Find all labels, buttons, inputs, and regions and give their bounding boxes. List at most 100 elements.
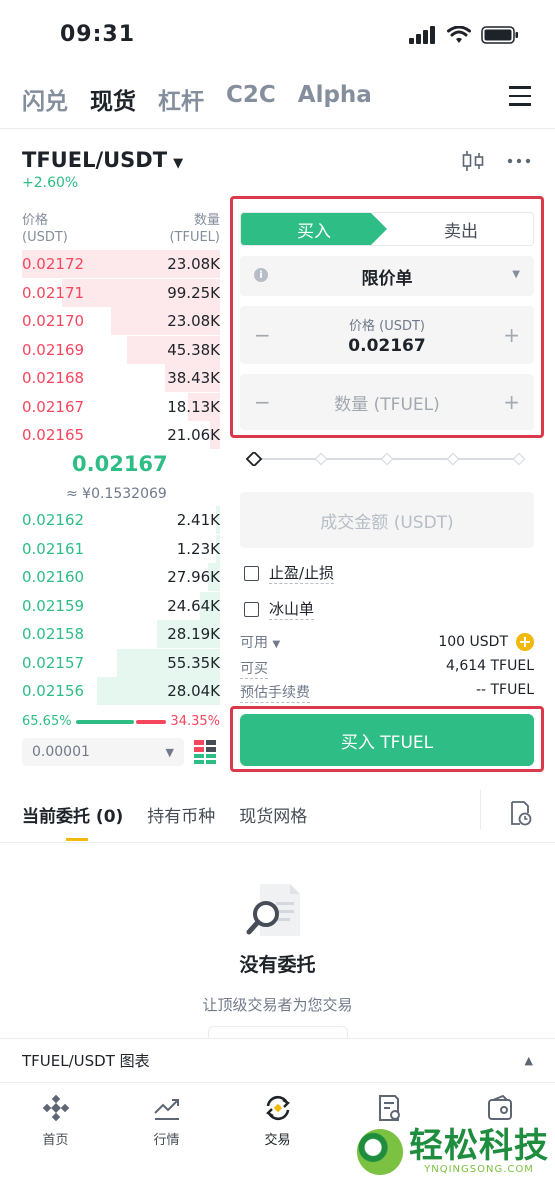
ask-row[interactable]: 0.02165 21.06K bbox=[22, 421, 220, 449]
bid-row[interactable]: 0.02162 2.41K bbox=[22, 506, 220, 534]
pair-selector[interactable]: TFUEL/USDT ▼ bbox=[22, 148, 183, 172]
iceberg-label: 冰山单 bbox=[269, 600, 315, 620]
bid-row[interactable]: 0.02158 28.19K bbox=[22, 620, 220, 648]
ask-row[interactable]: 0.02169 45.38K bbox=[22, 335, 220, 364]
plus-icon[interactable]: + bbox=[503, 323, 520, 347]
buy-sell-ratio: 65.65% 34.35% bbox=[22, 714, 220, 729]
can-buy-value: 4,614 TFUEL bbox=[445, 658, 534, 674]
tab-holdings[interactable]: 持有币种 bbox=[147, 802, 215, 827]
precision-select[interactable]: 0.00001 ▼ bbox=[22, 738, 184, 766]
orderbook-layout-icon[interactable] bbox=[194, 740, 216, 764]
bid-qty: 2.41K bbox=[176, 511, 220, 529]
plus-icon[interactable]: + bbox=[503, 390, 520, 414]
available-label[interactable]: 可用 ▼ bbox=[240, 632, 280, 652]
tab-spot[interactable]: 现货 bbox=[90, 82, 136, 116]
caret-down-icon: ▼ bbox=[165, 745, 174, 759]
status-icons bbox=[409, 26, 519, 44]
nav-trade[interactable]: 交易 bbox=[222, 1083, 333, 1178]
document-icon bbox=[378, 1095, 400, 1121]
ask-price: 0.02169 bbox=[22, 340, 85, 359]
empty-title: 没有委托 bbox=[239, 954, 316, 976]
total-input[interactable]: 成交金额 (USDT) bbox=[240, 492, 534, 548]
buy-ratio: 65.65% bbox=[22, 714, 72, 729]
trade-icon bbox=[265, 1095, 290, 1121]
tab-spot-grid[interactable]: 现货网格 bbox=[239, 802, 307, 827]
bid-row[interactable]: 0.02161 1.23K bbox=[22, 534, 220, 563]
qty-header-label: 数量 bbox=[193, 213, 220, 228]
ask-row[interactable]: 0.02168 38.43K bbox=[22, 364, 220, 392]
wifi-icon bbox=[447, 26, 471, 43]
bid-row[interactable]: 0.02160 27.96K bbox=[22, 563, 220, 591]
minus-icon[interactable]: − bbox=[254, 323, 271, 347]
bid-row[interactable]: 0.02157 55.35K bbox=[22, 648, 220, 677]
bid-row[interactable]: 0.02159 24.64K bbox=[22, 591, 220, 620]
watermark: 轻松科技 YNQINGSONG.COM bbox=[357, 1128, 549, 1175]
tab-swap[interactable]: 闪兑 bbox=[22, 82, 68, 116]
nav-markets-label: 行情 bbox=[153, 1133, 180, 1148]
order-history-icon[interactable] bbox=[508, 800, 532, 826]
orderbook-price-header: 价格 (USDT) bbox=[22, 212, 68, 246]
pair-name: TFUEL/USDT bbox=[22, 148, 168, 172]
order-type-select[interactable]: i 限价单 ▼ bbox=[240, 256, 534, 296]
menu-icon[interactable] bbox=[509, 86, 531, 106]
status-time: 09:31 bbox=[60, 22, 136, 47]
ratio-bar bbox=[75, 719, 167, 724]
can-buy-label: 可买 bbox=[240, 658, 268, 679]
quantity-placeholder: 数量 (TFUEL) bbox=[334, 394, 440, 415]
more-icon[interactable] bbox=[507, 150, 531, 172]
tab-c2c[interactable]: C2C bbox=[226, 82, 276, 116]
ask-price: 0.02172 bbox=[22, 255, 85, 273]
nav-trade-label: 交易 bbox=[264, 1133, 291, 1148]
iceberg-checkbox[interactable]: 冰山单 bbox=[244, 598, 315, 620]
orders-tabs: 当前委托 (0) 持有币种 现货网格 bbox=[22, 802, 307, 841]
quantity-input[interactable]: − 数量 (TFUEL) + bbox=[240, 374, 534, 430]
tab-sell[interactable]: 卖出 bbox=[387, 213, 533, 245]
buy-sell-tabs: 买入 卖出 bbox=[240, 212, 534, 246]
price-input[interactable]: − 价格 (USDT) 0.02167 + bbox=[240, 306, 534, 364]
bid-price: 0.02161 bbox=[22, 539, 85, 558]
minus-icon[interactable]: − bbox=[254, 390, 271, 414]
price-input-value: 0.02167 bbox=[348, 335, 426, 356]
ask-row[interactable]: 0.02171 99.25K bbox=[22, 278, 220, 307]
bid-price: 0.02160 bbox=[22, 568, 85, 586]
buy-button[interactable]: 买入 TFUEL bbox=[240, 714, 534, 766]
tp-sl-checkbox[interactable]: 止盈/止损 bbox=[244, 562, 335, 584]
ask-qty: 23.08K bbox=[167, 255, 220, 273]
divider bbox=[0, 842, 555, 843]
tab-alpha[interactable]: Alpha bbox=[298, 82, 372, 116]
ask-qty: 21.06K bbox=[167, 426, 220, 444]
ask-row[interactable]: 0.02172 23.08K bbox=[22, 250, 220, 278]
add-funds-icon[interactable]: + bbox=[516, 633, 534, 651]
qty-header-unit: (TFUEL) bbox=[169, 230, 220, 245]
tab-margin[interactable]: 杠杆 bbox=[158, 82, 204, 116]
info-icon[interactable]: i bbox=[254, 268, 268, 282]
ask-qty: 18.13K bbox=[167, 397, 220, 416]
order-type-value: 限价单 bbox=[361, 268, 413, 289]
battery-icon bbox=[481, 26, 518, 44]
bid-price: 0.02159 bbox=[22, 596, 85, 615]
checkbox-icon[interactable] bbox=[244, 565, 259, 581]
checkbox-icon[interactable] bbox=[244, 601, 259, 617]
nav-markets[interactable]: 行情 bbox=[111, 1083, 222, 1178]
amount-slider[interactable] bbox=[246, 452, 526, 466]
last-price[interactable]: 0.02167 bbox=[72, 452, 168, 476]
available-value-group: 100 USDT + bbox=[438, 632, 534, 652]
tab-open-orders[interactable]: 当前委托 (0) bbox=[22, 802, 123, 841]
copy-trading-card[interactable] bbox=[208, 1026, 348, 1038]
ask-row[interactable]: 0.02170 23.08K bbox=[22, 307, 220, 335]
chart-toggle-bar[interactable]: TFUEL/USDT 图表 ▲ bbox=[0, 1038, 555, 1082]
caret-up-icon: ▲ bbox=[524, 1054, 533, 1067]
bid-qty: 28.19K bbox=[167, 625, 220, 643]
pair-tools bbox=[461, 150, 531, 172]
bid-row[interactable]: 0.02156 28.04K bbox=[22, 677, 220, 705]
tab-buy[interactable]: 买入 bbox=[241, 213, 387, 245]
caret-down-icon: ▼ bbox=[512, 269, 520, 280]
sell-ratio: 34.35% bbox=[170, 714, 220, 729]
ask-row[interactable]: 0.02167 18.13K bbox=[22, 392, 220, 421]
divider bbox=[0, 128, 555, 129]
ask-qty: 99.25K bbox=[167, 283, 220, 302]
candlestick-chart-icon[interactable] bbox=[461, 150, 485, 172]
nav-home[interactable]: 首页 bbox=[0, 1083, 111, 1178]
available-row: 可用 ▼ 100 USDT + bbox=[240, 632, 534, 652]
ask-qty: 45.38K bbox=[167, 340, 220, 359]
